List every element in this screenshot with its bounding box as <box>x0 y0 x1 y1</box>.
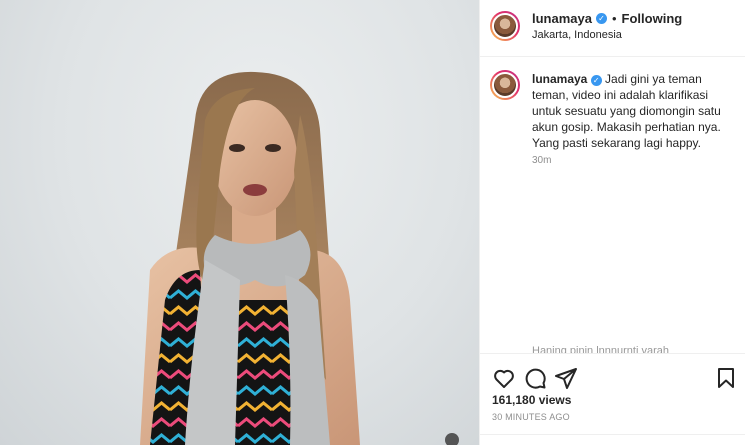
caption-username-link[interactable]: lunamaya <box>532 72 587 86</box>
post-details-panel: lunamaya ✓ • Following Jakarta, Indonesi… <box>479 0 745 445</box>
verified-badge-icon: ✓ <box>595 13 607 24</box>
caption-timestamp: 30m <box>532 155 552 166</box>
add-comment-area[interactable] <box>480 434 745 447</box>
header-username-row: lunamaya ✓ • Following <box>532 11 682 26</box>
verified-badge-icon: ✓ <box>590 75 602 86</box>
heart-icon[interactable] <box>492 366 516 390</box>
avatar[interactable] <box>490 11 520 41</box>
location-link[interactable]: Jakarta, Indonesia <box>532 29 622 41</box>
next-comment-partial: Haning pinin lnnnurnti varah <box>532 345 669 353</box>
view-count[interactable]: 161,180 views <box>492 393 571 407</box>
video-frame <box>140 71 459 445</box>
comment-icon[interactable] <box>523 366 547 390</box>
separator-dot: • <box>611 11 617 26</box>
following-button[interactable]: Following <box>622 11 683 26</box>
post-time[interactable]: 30 MINUTES AGO <box>492 412 570 422</box>
paper-plane-icon[interactable] <box>554 366 578 390</box>
username-link[interactable]: lunamaya <box>532 11 592 26</box>
post-video[interactable] <box>0 0 479 445</box>
post-header: lunamaya ✓ • Following Jakarta, Indonesi… <box>480 0 745 57</box>
action-bar: 161,180 views 30 MINUTES AGO <box>480 353 745 445</box>
caption-text: lunamaya ✓ Jadi gini ya teman teman, vid… <box>532 71 732 151</box>
bookmark-icon[interactable] <box>714 366 738 390</box>
caption-avatar[interactable] <box>490 70 520 100</box>
